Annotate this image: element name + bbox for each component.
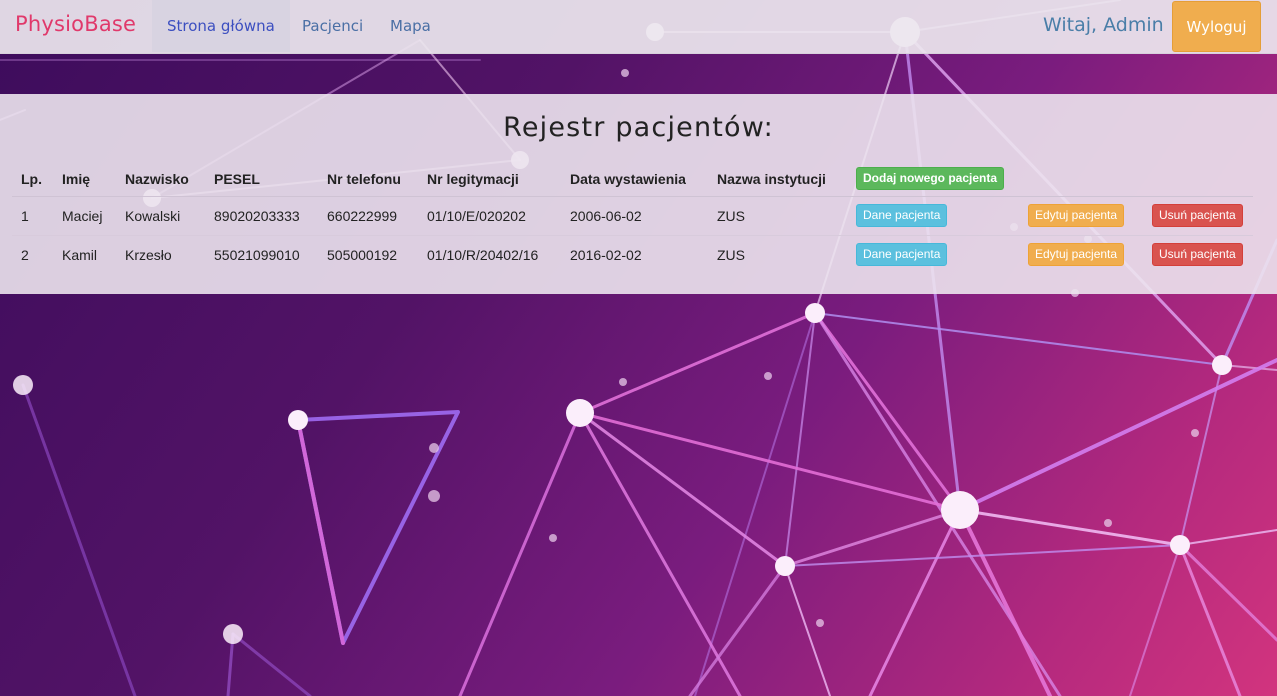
- delete-patient-button[interactable]: Usuń pacjenta: [1152, 204, 1243, 227]
- cell-phone: 505000192: [318, 234, 418, 274]
- cell-last-name: Kowalski: [116, 195, 205, 235]
- delete-patient-button[interactable]: Usuń pacjenta: [1152, 243, 1243, 267]
- table-row: 2 Kamil Krzesło 55021099010 505000192 01…: [12, 234, 1253, 274]
- cell-phone: 660222999: [318, 195, 418, 235]
- nav-item-patients[interactable]: Pacjenci: [287, 0, 378, 52]
- page-title: Rejestr pacjentów:: [503, 112, 774, 143]
- cell-lp: 2: [12, 234, 53, 274]
- cell-pesel: 55021099010: [205, 234, 318, 274]
- column-header-issue-date: Data wystawienia: [561, 162, 708, 197]
- edit-patient-button[interactable]: Edytuj pacjenta: [1028, 204, 1125, 227]
- cell-id-number: 01/10/E/020202: [418, 195, 561, 235]
- table-row: 1 Maciej Kowalski 89020203333 660222999 …: [12, 195, 1253, 235]
- patient-details-button[interactable]: Dane pacjenta: [856, 204, 948, 227]
- logout-button[interactable]: Wyloguj: [1172, 1, 1261, 52]
- patient-details-button[interactable]: Dane pacjenta: [856, 243, 948, 267]
- cell-id-number: 01/10/R/20402/16: [418, 234, 561, 274]
- add-patient-button[interactable]: Dodaj nowego pacjenta: [856, 167, 1005, 191]
- user-greeting: Witaj, Admin: [1043, 14, 1164, 36]
- cell-first-name: Maciej: [53, 195, 116, 235]
- brand-logo[interactable]: PhysioBase: [15, 12, 136, 36]
- table-header-row: Lp. Imię Nazwisko PESEL Nr telefonu Nr l…: [12, 162, 1253, 197]
- column-header-pesel: PESEL: [205, 162, 318, 197]
- top-navbar: PhysioBase Strona główna Pacjenci Mapa W…: [0, 0, 1277, 54]
- column-header-institution: Nazwa instytucji: [708, 162, 847, 197]
- cell-pesel: 89020203333: [205, 195, 318, 235]
- cell-issue-date: 2016-02-02: [561, 234, 708, 274]
- column-header-phone: Nr telefonu: [318, 162, 418, 197]
- nav-item-map[interactable]: Mapa: [375, 0, 446, 52]
- cell-institution: ZUS: [708, 234, 847, 274]
- edit-patient-button[interactable]: Edytuj pacjenta: [1028, 243, 1125, 267]
- cell-last-name: Krzesło: [116, 234, 205, 274]
- patient-registry-panel: Rejestr pacjentów: Lp. Imię Nazwisko PES…: [0, 94, 1277, 294]
- cell-lp: 1: [12, 195, 53, 235]
- cell-issue-date: 2006-06-02: [561, 195, 708, 235]
- nav-item-home[interactable]: Strona główna: [152, 0, 290, 52]
- column-header-id-number: Nr legitymacji: [418, 162, 561, 197]
- cell-first-name: Kamil: [53, 234, 116, 274]
- patients-table: Lp. Imię Nazwisko PESEL Nr telefonu Nr l…: [12, 162, 1253, 274]
- cell-institution: ZUS: [708, 195, 847, 235]
- column-header-last-name: Nazwisko: [116, 162, 205, 197]
- column-header-lp: Lp.: [12, 162, 53, 197]
- column-header-first-name: Imię: [53, 162, 116, 197]
